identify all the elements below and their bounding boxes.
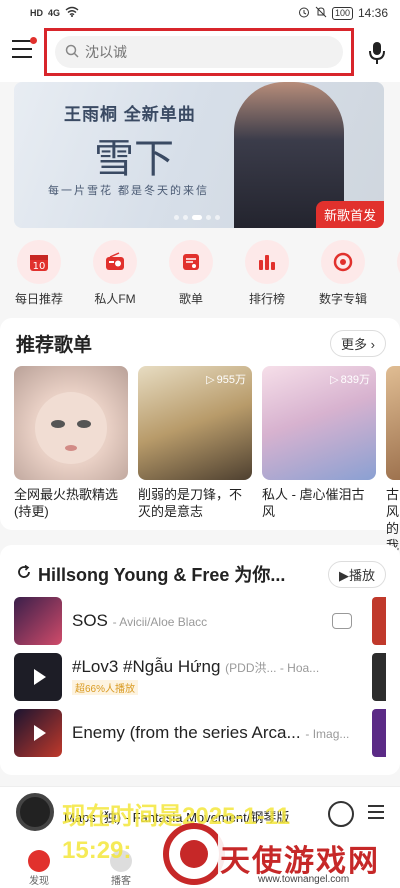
header (0, 26, 400, 82)
network-4g-indicator: 4G (48, 8, 61, 18)
play-all-button[interactable]: ▶播放 (327, 561, 386, 588)
song-info: Enemy (from the series Arca... - Imag... (72, 723, 372, 743)
status-right: 100 14:36 (298, 6, 388, 21)
baby-face-icon (35, 392, 107, 464)
chart-icon (245, 240, 289, 284)
shortcut-interview[interactable]: 专访 (394, 240, 400, 310)
shortcut-playlist[interactable]: 歌单 (166, 240, 216, 310)
playlist-cover (386, 366, 400, 480)
radio-icon (93, 240, 137, 284)
microphone-icon[interactable] (366, 40, 388, 66)
song-cover (14, 709, 62, 757)
play-count-icon: ▷ (206, 373, 215, 386)
battery-indicator: 100 (331, 6, 353, 20)
tab-label: 播客 (111, 876, 131, 887)
promo-banner[interactable]: 王雨桐 全新单曲 雪下 每一片雪花 都是冬天的来信 新歌首发 (14, 82, 384, 228)
shortcut-label: 排行榜 (248, 292, 285, 306)
album-disc-icon[interactable] (16, 793, 54, 831)
search-bar[interactable] (55, 36, 343, 68)
popularity-badge: 超66%人播放 (72, 680, 139, 695)
playlist-card[interactable]: 古风的我 (386, 366, 400, 554)
play-icon (34, 725, 46, 741)
playlist-card[interactable]: ▷ 955万 削弱的是刀锋，不灭的是意志 (138, 366, 252, 554)
menu-button[interactable] (12, 37, 37, 60)
shortcut-daily[interactable]: 10 每日推荐 (14, 240, 64, 310)
network-indicator: HD (30, 8, 43, 18)
wifi-icon (65, 6, 79, 20)
playlist-queue-icon[interactable] (368, 805, 384, 821)
song-title: SOS (72, 611, 108, 630)
shortcut-digital-album[interactable]: 数字专辑 (318, 240, 368, 310)
calendar-badge: 10 (33, 261, 46, 272)
playlist-card[interactable]: 全网最火热歌精选(持更) (14, 366, 128, 554)
song-cover (14, 597, 62, 645)
playlist-name: 削弱的是刀锋，不灭的是意志 (138, 487, 243, 519)
shortcut-label: 数字专辑 (318, 292, 367, 306)
song-artist: - Avicii/Aloe Blacc (112, 615, 208, 629)
mute-icon (315, 6, 327, 21)
banner-tag: 新歌首发 (315, 201, 384, 228)
shortcut-label: 歌单 (178, 292, 203, 306)
alarm-icon (298, 6, 310, 21)
shortcut-charts[interactable]: 排行榜 (242, 240, 292, 310)
shortcut-fm[interactable]: 私人FM (90, 240, 140, 310)
playlist-cover: ▷ 839万 (262, 366, 376, 480)
status-left: HD 4G (30, 6, 79, 20)
play-count: ▷ 955万 (206, 373, 246, 387)
side-cover (372, 597, 386, 645)
playlist-icon (169, 240, 213, 284)
discover-icon (28, 850, 50, 872)
song-recommendation-section: Hillsong Young & Free 为你... ▶播放 SOS - Av… (0, 545, 400, 775)
shortcut-label: 每日推荐 (14, 292, 63, 306)
song-info: #Lov3 #Ngẫu Hứng (PDD洪... - Hoa... 超66%人… (72, 657, 372, 697)
search-input[interactable] (85, 44, 305, 60)
song-row[interactable]: Enemy (from the series Arca... - Imag... (14, 709, 386, 757)
play-icon (34, 669, 46, 685)
banner-title: 王雨桐 全新单曲 (64, 105, 196, 124)
banner-subtitle: 每一片雪花 都是冬天的来信 (48, 185, 210, 197)
playlist-name: 古风的我 (386, 487, 400, 553)
calendar-icon: 10 (17, 240, 61, 284)
banner-pagination (174, 215, 220, 220)
clock: 14:36 (357, 6, 388, 20)
playlist-cover (14, 366, 128, 480)
status-bar: HD 4G 100 14:36 (0, 0, 400, 26)
song-row[interactable]: SOS - Avicii/Aloe Blacc (14, 597, 386, 645)
section-title: 推荐歌单 (16, 335, 93, 356)
song-artist: (PDD洪... - Hoa... (225, 661, 320, 675)
refresh-icon[interactable] (16, 564, 32, 585)
playlist-row: 全网最火热歌精选(持更) ▷ 955万 削弱的是刀锋，不灭的是意志 ▷ 839万 私… (14, 366, 400, 554)
video-icon[interactable] (332, 613, 352, 629)
side-cover (372, 709, 386, 757)
banner-calligraphy: 雪下 (94, 136, 174, 182)
search-highlight-frame (44, 28, 354, 76)
songs-header[interactable]: Hillsong Young & Free 为你... (16, 561, 285, 587)
search-icon (65, 44, 79, 61)
watermark-url: www.townangel.com (258, 874, 350, 885)
playlist-card[interactable]: ▷ 839万 私人 - 虐心催泪古风 (262, 366, 376, 554)
playlist-cover: ▷ 955万 (138, 366, 252, 480)
play-count-icon: ▷ (330, 373, 339, 386)
song-title: Enemy (from the series Arca... (72, 723, 301, 742)
song-artist: - Imag... (305, 727, 350, 741)
song-row[interactable]: #Lov3 #Ngẫu Hứng (PDD洪... - Hoa... 超66%人… (14, 653, 386, 701)
recommended-playlists-section: 推荐歌单 更多 › 全网最火热歌精选(持更) ▷ 955万 削弱的是刀锋，不灭的是… (0, 318, 400, 553)
song-cover (14, 653, 62, 701)
playlist-name: 全网最火热歌精选(持更) (14, 487, 119, 519)
playlist-name: 私人 - 虐心催泪古风 (262, 487, 365, 519)
side-cover (372, 653, 386, 701)
song-info: SOS - Avicii/Aloe Blacc (72, 611, 332, 631)
shortcut-row: 10 每日推荐 私人FM 歌单 排行榜 数字专辑 专访 (0, 240, 400, 310)
tab-label: 发现 (29, 876, 49, 887)
song-title: #Lov3 #Ngẫu Hứng (72, 657, 221, 676)
more-button[interactable]: 更多 › (330, 330, 386, 357)
notification-dot (30, 37, 37, 44)
play-count: ▷ 839万 (330, 373, 370, 387)
album-icon (321, 240, 365, 284)
shortcut-label: 私人FM (94, 292, 136, 306)
tab-discover[interactable]: 发现 (28, 850, 50, 887)
songs-title: Hillsong Young & Free 为你... (38, 565, 286, 585)
